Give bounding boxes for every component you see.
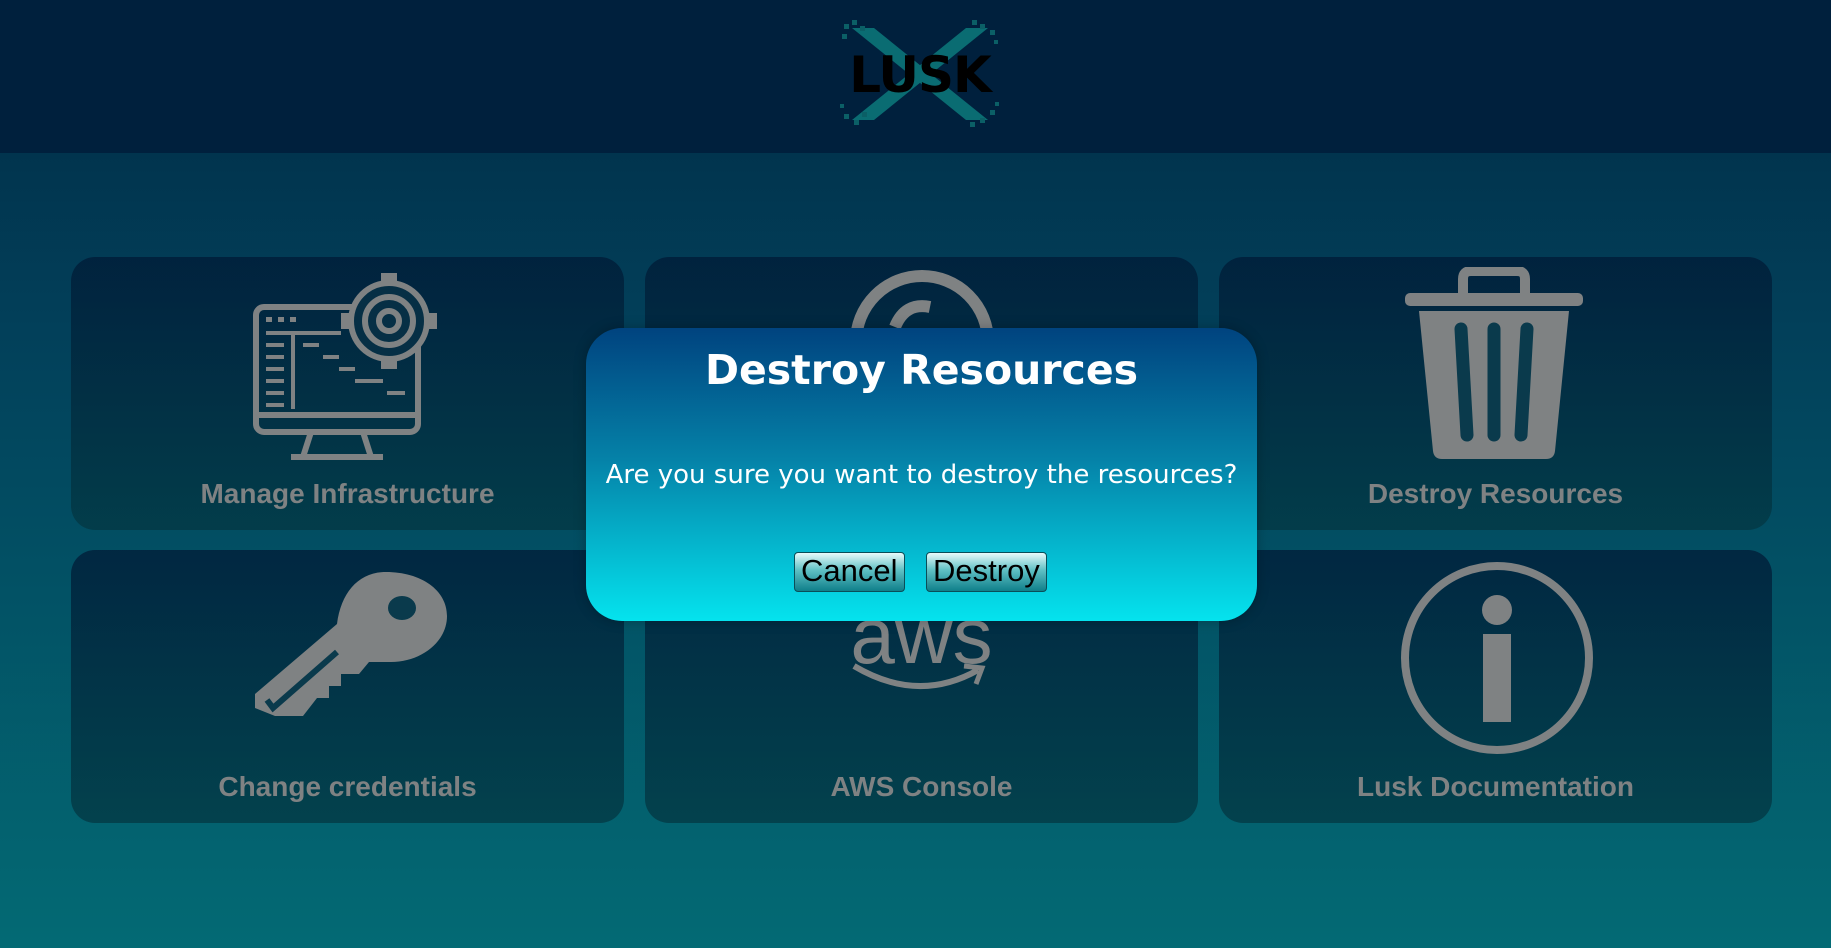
aws-smile-icon: [852, 663, 986, 689]
destroy-button[interactable]: Destroy: [926, 552, 1047, 592]
card-lusk-documentation[interactable]: Lusk Documentation: [1219, 550, 1772, 823]
card-manage-infrastructure[interactable]: Manage Infrastructure: [71, 257, 624, 530]
card-label: Destroy Resources: [1367, 478, 1624, 509]
destroy-confirm-dialog: Destroy Resources Are you sure you want …: [586, 328, 1257, 621]
top-bar: LUSK: [0, 0, 1831, 153]
key-icon: [255, 572, 447, 716]
lusk-logo[interactable]: LUSK: [840, 20, 1000, 128]
card-change-credentials[interactable]: Change credentials: [71, 550, 624, 823]
trash-icon: [1405, 267, 1583, 459]
card-destroy-resources[interactable]: Destroy Resources: [1219, 257, 1772, 530]
cancel-button[interactable]: Cancel: [794, 552, 905, 592]
card-label: AWS Console: [830, 771, 1013, 802]
dialog-title: Destroy Resources: [704, 346, 1139, 394]
card-label: Lusk Documentation: [1357, 771, 1634, 802]
info-icon: [1401, 562, 1593, 754]
card-label: Manage Infrastructure: [200, 478, 495, 509]
card-label: Change credentials: [218, 771, 477, 802]
monitor-gear-icon: [253, 273, 437, 460]
dialog-message: Are you sure you want to destroy the res…: [605, 460, 1238, 490]
logo-text: LUSK: [849, 46, 991, 104]
